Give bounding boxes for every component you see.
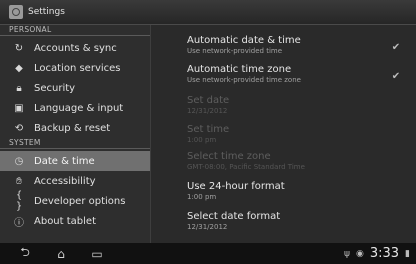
sidebar-item-label: Language & input [34,102,124,114]
sync-icon: ↻ [14,42,24,54]
pref-title: Set time [187,124,230,135]
sidebar-item-label: Developer options [34,195,126,207]
app-title: Settings [28,7,65,17]
back-icon[interactable]: ⮌ [14,243,36,264]
sidebar-item-accounts-sync[interactable]: ↻ Accounts & sync [0,38,150,58]
pref-title: Set date [187,95,230,106]
sidebar-item-location-services[interactable]: ◆ Location services [0,58,150,78]
pref-summary: GMT-08:00, Pacific Standard Time [187,163,305,171]
backup-icon: ⟲ [14,122,24,134]
section-header-personal: PERSONAL [0,25,150,36]
hand-icon: ✋︎ [16,175,22,187]
pref-automatic-date-time[interactable]: Automatic date & time Use network-provid… [187,35,402,55]
pref-title: Automatic date & time [187,35,301,46]
status-clock: 3:33 [369,246,400,261]
sidebar-item-date-time[interactable]: ◷ Date & time [0,151,150,171]
info-icon: ⓘ [14,217,24,229]
pref-title: Use 24-hour format [187,181,285,192]
pref-title: Select time zone [187,151,271,162]
settings-app-icon[interactable] [9,5,23,19]
lock-icon: 🔒︎ [16,82,22,94]
status-area[interactable]: ψ ◉ 3:33 ▮ [338,246,410,261]
sidebar-item-label: Location services [34,62,121,74]
sidebar-item-about-tablet[interactable]: ⓘ About tablet [0,211,150,231]
sidebar-item-label: About tablet [34,215,96,227]
settings-sidebar: PERSONAL ↻ Accounts & sync ◆ Location se… [0,25,150,243]
sidebar-item-label: Date & time [34,155,95,167]
usb-icon: ψ [344,248,350,259]
system-navigation-bar: ⮌ ⌂ ▭ ψ ◉ 3:33 ▮ [0,243,416,264]
pref-summary: 1:00 pm [187,136,217,144]
pref-summary: 12/31/2012 [187,107,228,115]
pref-set-time: Set time 1:00 pm [187,124,402,144]
section-header-system: SYSTEM [0,138,150,149]
pref-summary: Use network-provided time zone [187,76,301,84]
auto-time-zone-checkbox[interactable]: ✔ [390,71,402,83]
action-bar: Settings [0,0,416,25]
pref-select-date-format[interactable]: Select date format 12/31/2012 [187,211,402,231]
auto-date-time-checkbox[interactable]: ✔ [390,42,402,54]
date-time-settings-pane: Automatic date & time Use network-provid… [151,25,416,243]
pref-automatic-time-zone[interactable]: Automatic time zone Use network-provided… [187,64,402,84]
location-icon: ◆ [15,62,23,74]
sidebar-item-label: Backup & reset [34,122,111,134]
sync-status-icon: ◉ [355,248,364,259]
pref-summary: 1:00 pm [187,193,217,201]
keyboard-icon: ▣ [14,102,24,114]
braces-icon: { } [15,190,23,212]
pref-title: Automatic time zone [187,64,292,75]
clock-icon: ◷ [14,155,24,167]
recent-apps-icon[interactable]: ▭ [86,247,108,261]
sidebar-item-label: Accounts & sync [34,42,117,54]
battery-icon: ▮ [405,248,410,259]
pref-summary: 12/31/2012 [187,223,228,231]
pref-set-date: Set date 12/31/2012 [187,95,402,115]
pref-select-time-zone: Select time zone GMT-08:00, Pacific Stan… [187,151,402,171]
sidebar-item-language-input[interactable]: ▣ Language & input [0,98,150,118]
sidebar-item-label: Accessibility [34,175,96,187]
pref-use-24-hour-format[interactable]: Use 24-hour format 1:00 pm [187,181,402,201]
sidebar-item-backup-reset[interactable]: ⟲ Backup & reset [0,118,150,138]
sidebar-item-label: Security [34,82,76,94]
sidebar-item-developer-options[interactable]: { } Developer options [0,190,150,212]
pref-title: Select date format [187,211,281,222]
sidebar-item-security[interactable]: 🔒︎ Security [0,78,150,98]
pref-summary: Use network-provided time [187,47,283,55]
home-icon[interactable]: ⌂ [50,247,72,261]
sidebar-item-accessibility[interactable]: ✋︎ Accessibility [0,171,150,191]
